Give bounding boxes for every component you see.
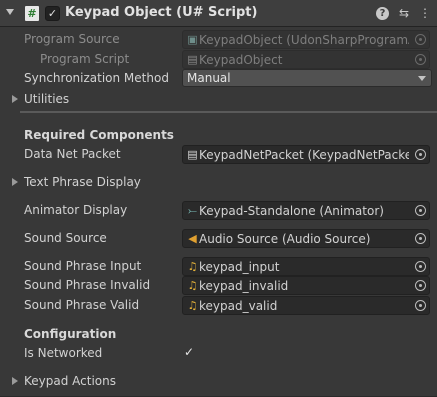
script-icon: # — [25, 6, 39, 21]
utilities-foldout[interactable]: Utilities — [24, 92, 69, 106]
data-net-packet-value: KeypadNetPacket (KeypadNetPacket) — [199, 148, 409, 162]
object-picker-icon[interactable] — [415, 233, 426, 244]
help-icon[interactable]: ? — [376, 7, 389, 20]
component-title: Keypad Object (U# Script) — [65, 5, 258, 20]
sound-phrase-input-value: keypad_input — [199, 260, 280, 274]
keypad-actions-foldout[interactable]: Keypad Actions — [24, 374, 116, 388]
utilities-foldout-icon[interactable] — [12, 95, 18, 103]
presets-icon[interactable]: ⇆ — [397, 6, 411, 21]
animator-display-label: Animator Display — [24, 203, 128, 217]
program-source-field: ▣ KeypadObject (UdonSharpProgramAsset) — [182, 30, 430, 49]
script-file-icon: ▤ — [187, 53, 198, 66]
audio-clip-icon: ♫ — [187, 299, 198, 312]
object-picker-icon[interactable] — [415, 149, 426, 160]
sync-method-dropdown[interactable]: Manual — [182, 69, 432, 87]
program-script-field: ▤ KeypadObject — [182, 50, 430, 69]
is-networked-label: Is Networked — [24, 346, 103, 360]
text-phrase-display-foldout[interactable]: Text Phrase Display — [24, 175, 141, 189]
sound-phrase-invalid-label: Sound Phrase Invalid — [24, 278, 151, 292]
program-script-label: Program Script — [40, 52, 130, 66]
audio-clip-icon: ♫ — [187, 260, 198, 273]
animator-icon: ⤚ — [188, 204, 197, 217]
enabled-checkbox[interactable]: ✓ — [45, 6, 60, 21]
object-picker-icon — [415, 34, 426, 45]
sound-phrase-input-label: Sound Phrase Input — [24, 259, 142, 273]
asset-icon: ▣ — [187, 33, 198, 46]
sound-phrase-input-field[interactable]: ♫ keypad_input — [182, 257, 430, 276]
sound-phrase-valid-field[interactable]: ♫ keypad_valid — [182, 296, 430, 315]
script-file-icon: ▤ — [187, 148, 198, 161]
object-picker-icon[interactable] — [415, 300, 426, 311]
sound-source-value: Audio Source (Audio Source) — [199, 232, 371, 246]
object-picker-icon — [415, 54, 426, 65]
audio-source-icon: ◀ — [188, 232, 197, 245]
configuration-heading: Configuration — [24, 327, 117, 341]
kebab-menu-icon[interactable]: ⋮ — [418, 6, 432, 21]
object-picker-icon[interactable] — [415, 205, 426, 216]
object-picker-icon[interactable] — [415, 261, 426, 272]
sound-source-field[interactable]: ◀ Audio Source (Audio Source) — [182, 229, 430, 248]
data-net-packet-label: Data Net Packet — [24, 147, 121, 161]
program-source-label: Program Source — [24, 32, 120, 46]
chevron-down-icon — [418, 76, 426, 81]
audio-clip-icon: ♫ — [187, 279, 198, 292]
program-source-value: KeypadObject (UdonSharpProgramAsset) — [199, 33, 409, 47]
keypad-actions-foldout-icon[interactable] — [12, 377, 18, 385]
section-divider — [20, 111, 437, 113]
data-net-packet-field[interactable]: ▤ KeypadNetPacket (KeypadNetPacket) — [182, 145, 430, 164]
sound-phrase-valid-label: Sound Phrase Valid — [24, 298, 140, 312]
sound-phrase-valid-value: keypad_valid — [199, 299, 278, 313]
text-phrase-display-foldout-icon[interactable] — [12, 178, 18, 186]
animator-display-field[interactable]: ⤚ Keypad-Standalone (Animator) — [182, 201, 430, 220]
required-components-heading: Required Components — [24, 128, 174, 142]
program-script-value: KeypadObject — [199, 53, 283, 67]
sound-source-label: Sound Source — [24, 231, 107, 245]
is-networked-checkbox[interactable]: ✓ — [182, 345, 196, 359]
sound-phrase-invalid-value: keypad_invalid — [199, 279, 289, 293]
sync-method-value: Manual — [187, 71, 231, 85]
sound-phrase-invalid-field[interactable]: ♫ keypad_invalid — [182, 276, 430, 295]
collapse-triangle-icon[interactable] — [6, 9, 14, 15]
animator-display-value: Keypad-Standalone (Animator) — [199, 204, 384, 218]
object-picker-icon[interactable] — [415, 280, 426, 291]
sync-method-label: Synchronization Method — [24, 71, 169, 85]
